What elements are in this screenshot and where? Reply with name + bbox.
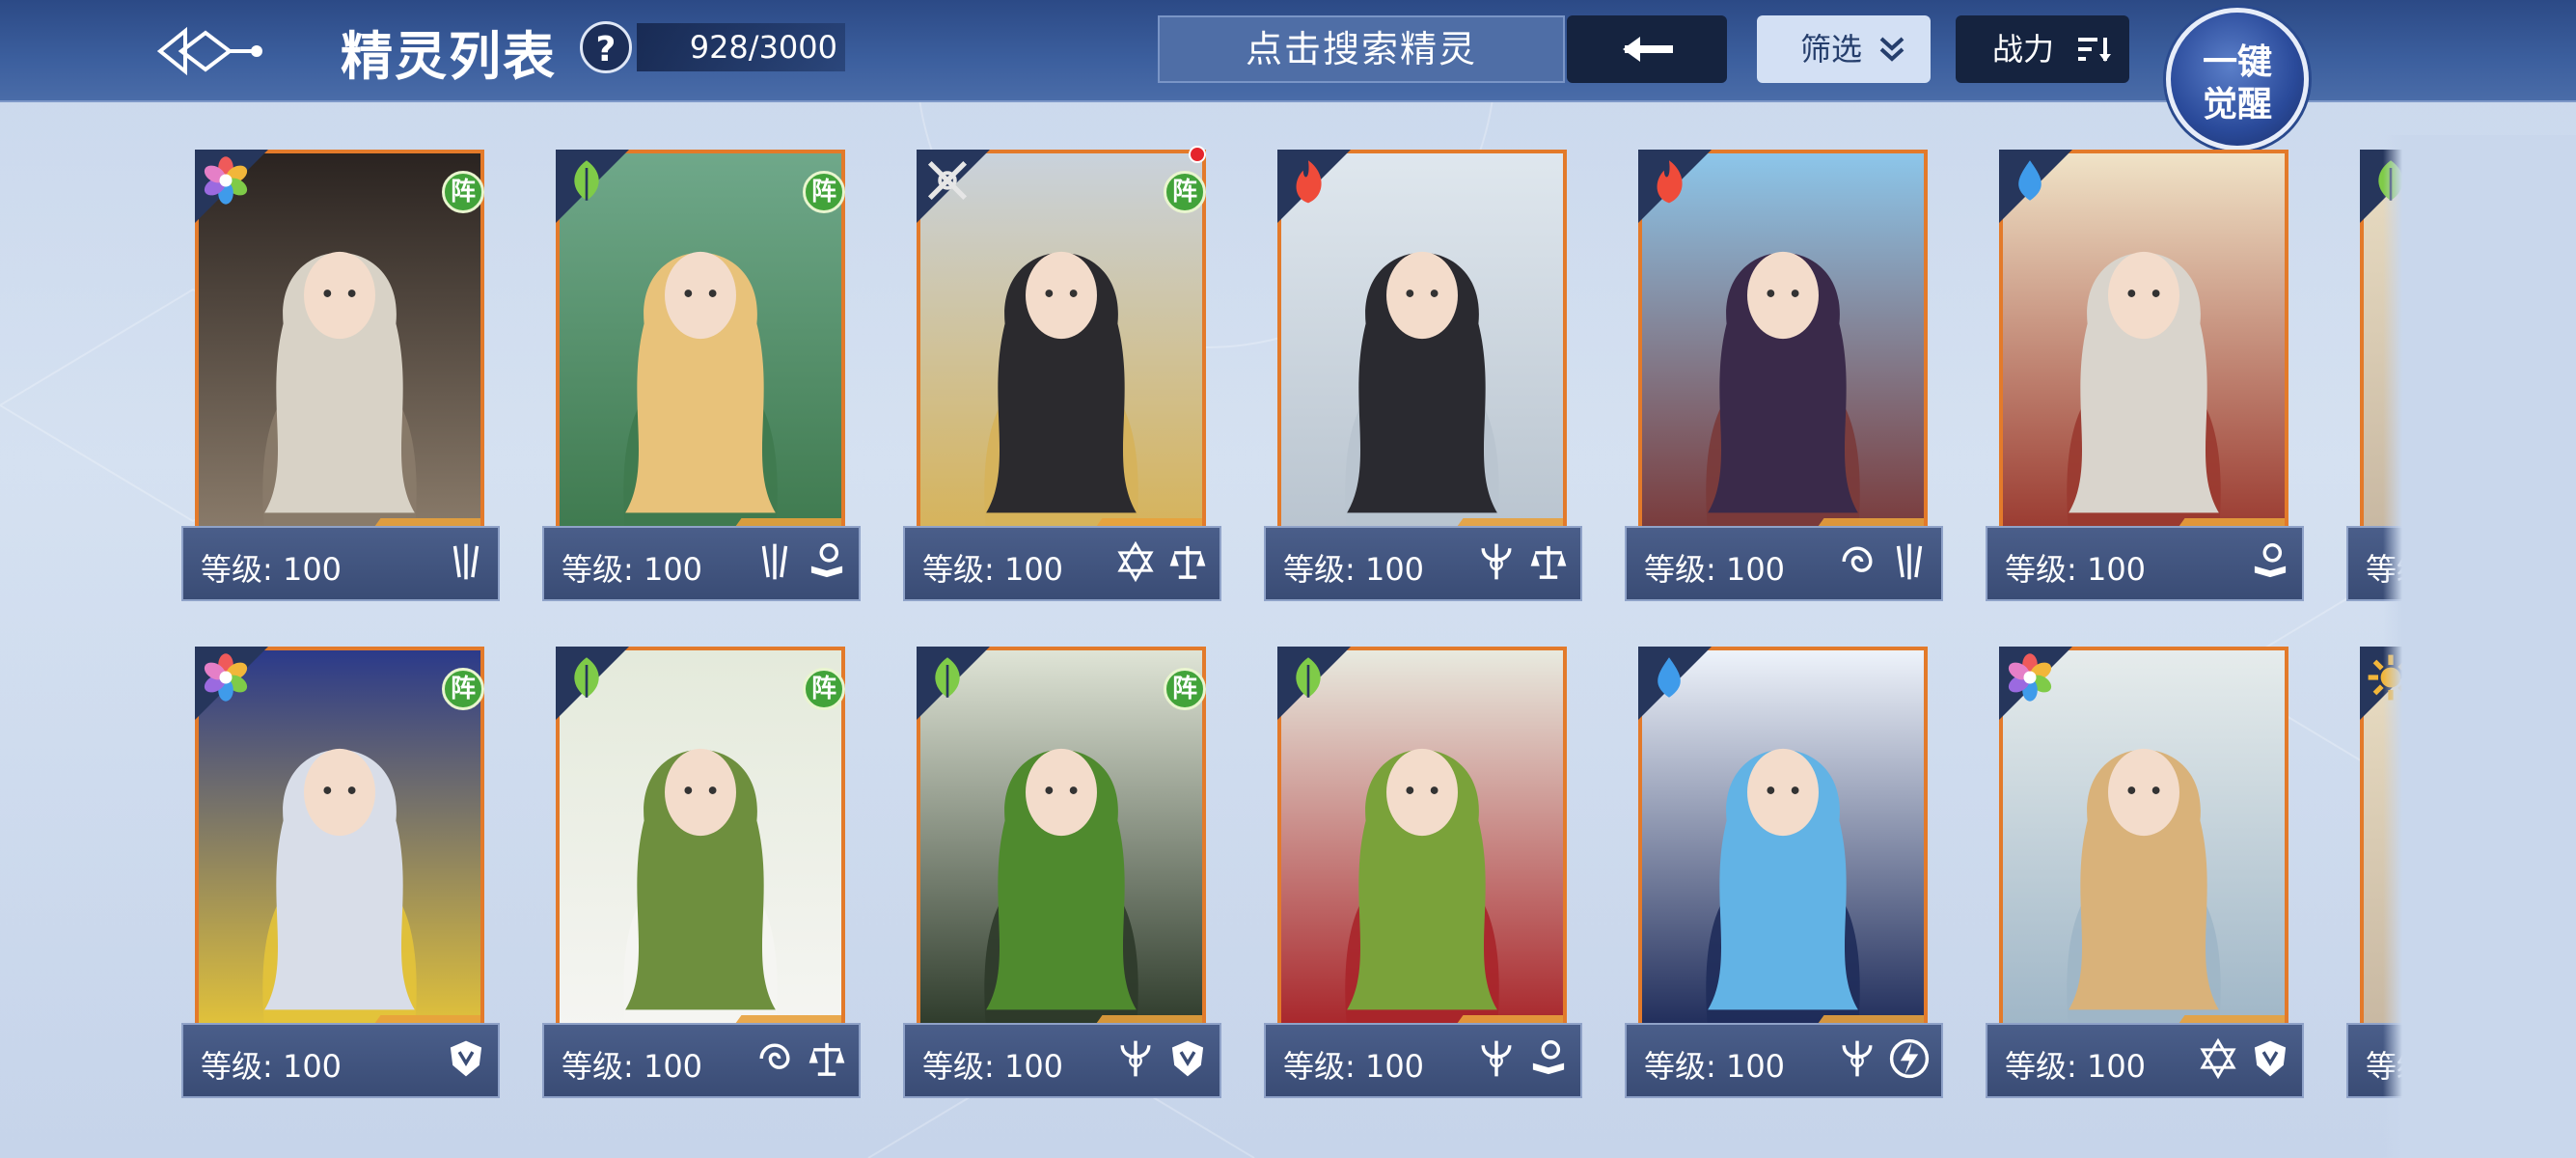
level-text: 等级: 100 xyxy=(922,551,1064,588)
level-bar: 等级: 100 xyxy=(1986,1023,2304,1098)
level-bar: 等级: 100 xyxy=(542,1023,861,1098)
trident-icon xyxy=(1120,1040,1151,1077)
shield-icon xyxy=(2254,1040,2287,1077)
spirit-card[interactable]: 等级: 100 xyxy=(1625,150,1943,601)
level-bar: 等级: 100 xyxy=(1625,1023,1943,1098)
formation-badge: 阵 xyxy=(442,171,484,213)
spirit-card[interactable]: 等级: 100 xyxy=(1986,150,2304,601)
spirit-card[interactable]: 阵等级: 100 xyxy=(181,150,500,601)
fire-icon xyxy=(1657,160,1683,204)
spirit-card[interactable]: 等级: 100 xyxy=(1986,647,2304,1098)
scales-icon xyxy=(1169,545,1206,579)
level-text: 等级: 100 xyxy=(201,551,343,588)
arrow-left-icon xyxy=(1623,37,1673,62)
level-bar: 等级: 100 xyxy=(542,526,861,601)
water-drop-icon xyxy=(1658,657,1681,698)
formation-badge: 阵 xyxy=(1164,668,1206,710)
search-input[interactable]: 点击搜索精灵 xyxy=(1158,15,1565,83)
trident-icon xyxy=(1481,543,1512,580)
level-bar: 等级: 100 xyxy=(903,526,1221,601)
level-bar: 等级: 100 xyxy=(1264,1023,1582,1098)
spirit-card[interactable]: 等级: 100 xyxy=(1264,150,1582,601)
spirit-card[interactable]: 等级: 100 xyxy=(1625,647,1943,1098)
book-icon xyxy=(810,543,843,578)
level-bar: 等级: 100 xyxy=(903,1023,1221,1098)
spirit-card[interactable]: 阵等级: 100 xyxy=(542,647,861,1098)
shield-icon xyxy=(1171,1040,1204,1077)
vortex-icon xyxy=(759,1043,790,1069)
leaf-icon xyxy=(574,160,599,201)
level-bar: 等级: 100 xyxy=(1625,526,1943,601)
rainbow-flower-icon xyxy=(204,653,248,702)
vortex-icon xyxy=(1842,546,1873,572)
chevron-double-down-icon xyxy=(1879,37,1905,62)
leaf-icon xyxy=(574,657,599,698)
sort-label: 战力 xyxy=(1992,31,2055,68)
new-notification-dot xyxy=(1189,146,1206,163)
level-text: 等级: 100 xyxy=(2005,1048,2147,1085)
spirit-card[interactable]: 阵等级: 100 xyxy=(903,647,1221,1098)
trident-icon xyxy=(1481,1040,1512,1077)
level-text: 等级: 100 xyxy=(1644,551,1786,588)
formation-badge: 阵 xyxy=(1164,171,1206,213)
claw-icon xyxy=(452,543,480,580)
book-icon xyxy=(1532,1040,1565,1075)
level-bar: 等级: 100 xyxy=(1264,526,1582,601)
spirit-card[interactable]: 等级: 100 xyxy=(1264,647,1582,1098)
level-bar: 等级: 100 xyxy=(1986,526,2304,601)
spirit-card[interactable]: 阵等级: 100 xyxy=(903,146,1221,601)
awaken-label-line2: 觉醒 xyxy=(2202,84,2272,124)
filter-label: 筛选 xyxy=(1800,31,1863,68)
claw-icon xyxy=(761,543,788,580)
help-button[interactable]: ? xyxy=(580,21,632,73)
sort-descending-icon xyxy=(2078,38,2111,62)
spirit-count: 928/3000 xyxy=(637,23,845,71)
formation-badge: 阵 xyxy=(803,171,845,213)
spirit-card[interactable]: 阵等级: 100 xyxy=(542,150,861,601)
lightning-icon xyxy=(1889,1038,1930,1079)
fire-icon xyxy=(1296,160,1322,204)
formation-badge: 阵 xyxy=(803,668,845,710)
level-text: 等级: 100 xyxy=(201,1048,343,1085)
trident-icon xyxy=(1842,1040,1873,1077)
book-icon xyxy=(2254,543,2287,578)
water-drop-icon xyxy=(2018,160,2042,201)
level-text: 等级: 100 xyxy=(1283,1048,1425,1085)
filter-button[interactable]: 筛选 xyxy=(1757,15,1931,83)
formation-badge: 阵 xyxy=(442,668,484,710)
claw-icon xyxy=(1896,543,1923,580)
cross-arrows-icon xyxy=(927,160,968,201)
level-text: 等级: 100 xyxy=(922,1048,1064,1085)
rainbow-flower-icon xyxy=(204,156,248,205)
level-text: 等级: 100 xyxy=(1283,551,1425,588)
scales-icon xyxy=(1530,545,1567,579)
scales-icon xyxy=(808,1042,845,1076)
level-text: 等级: 100 xyxy=(562,551,703,588)
hexagram-icon xyxy=(2200,1037,2236,1080)
leaf-icon xyxy=(1296,657,1321,698)
level-bar: 等级: 100 xyxy=(181,1023,500,1098)
top-bar: 精灵列表 ? 928/3000 点击搜索精灵 筛选 战力 一键 觉醒 xyxy=(0,0,2576,151)
level-text: 等级: 100 xyxy=(562,1048,703,1085)
sort-power-button[interactable]: 战力 xyxy=(1956,15,2129,83)
spirit-emblem-icon xyxy=(156,26,262,76)
grid-fade-edge xyxy=(2383,135,2576,1158)
leaf-icon xyxy=(935,657,960,698)
level-bar: 等级: 100 xyxy=(181,526,500,601)
shield-icon xyxy=(450,1040,482,1077)
page-title: 精灵列表 xyxy=(341,25,557,87)
one-click-awaken-button[interactable]: 一键 觉醒 xyxy=(2166,8,2309,151)
level-text: 等级: 100 xyxy=(1644,1048,1786,1085)
spirit-card[interactable]: 阵等级: 100 xyxy=(181,647,500,1098)
level-text: 等级: 100 xyxy=(2005,551,2147,588)
rainbow-flower-icon xyxy=(2008,653,2052,702)
back-button[interactable] xyxy=(1567,15,1727,83)
hexagram-icon xyxy=(1117,540,1154,583)
